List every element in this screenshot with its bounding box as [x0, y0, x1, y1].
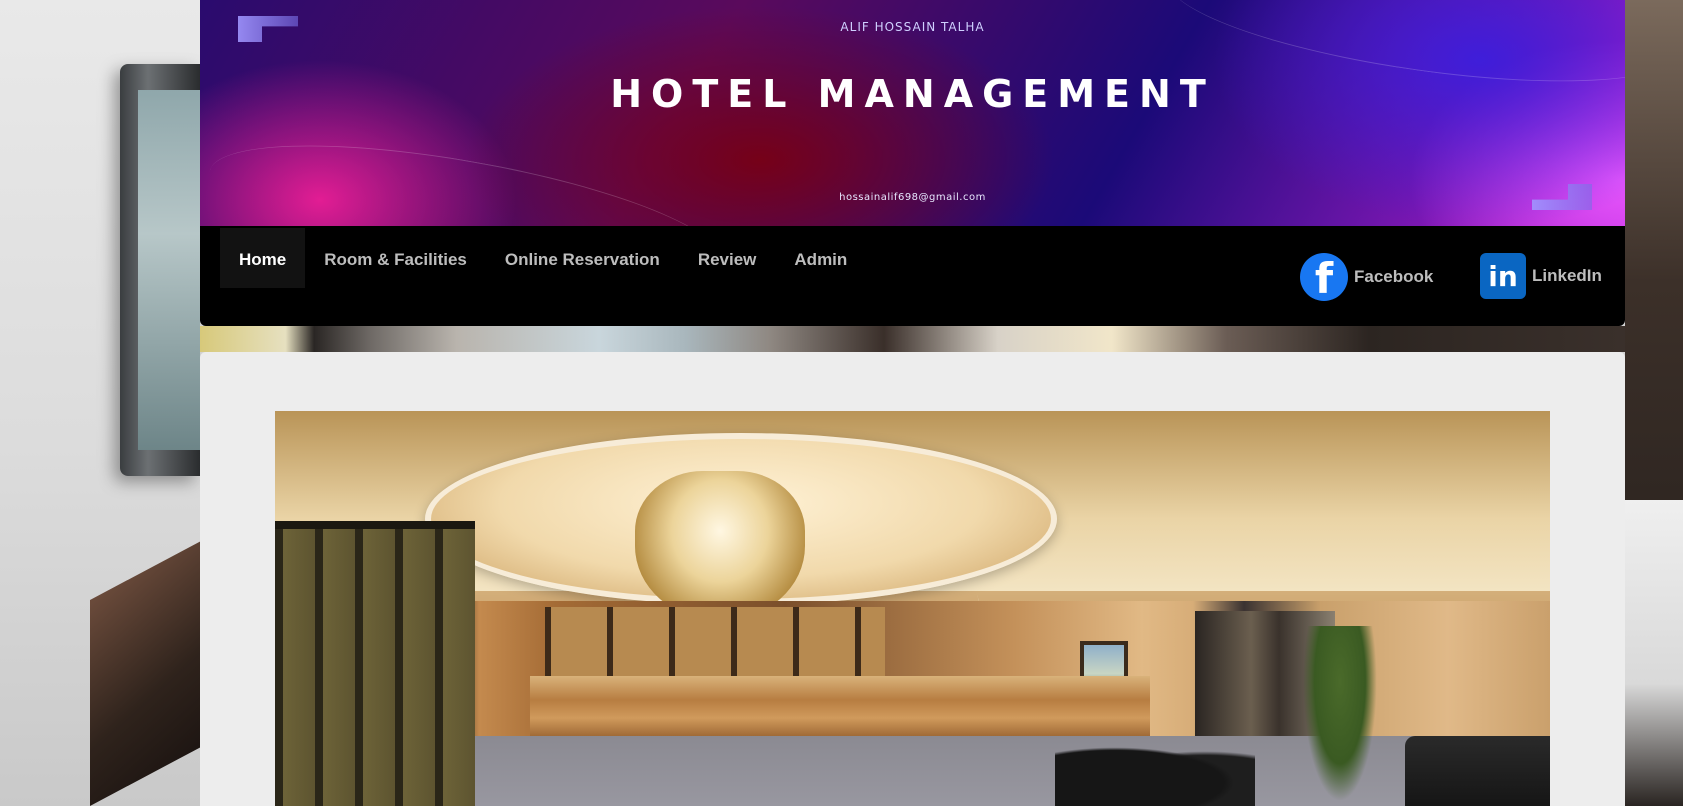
nav-item-review[interactable]: Review — [679, 228, 776, 288]
nav-item-admin[interactable]: Admin — [775, 228, 866, 288]
nav-item-online-reservation[interactable]: Online Reservation — [486, 228, 679, 288]
nav-item-room-facilities[interactable]: Room & Facilities — [305, 228, 486, 288]
background-room-strip — [200, 326, 1625, 352]
banner-wave-decoration — [200, 116, 732, 226]
linkedin-label: LinkedIn — [1532, 266, 1602, 285]
main-navbar: Home Room & Facilities Online Reservatio… — [200, 226, 1625, 326]
nav-links: Home Room & Facilities Online Reservatio… — [220, 228, 866, 288]
background-tv-screen — [138, 90, 200, 450]
hotel-lobby-image — [275, 411, 1550, 806]
chandelier — [635, 471, 805, 621]
reception-desk — [530, 676, 1150, 736]
facebook-link[interactable]: f Facebook — [1300, 253, 1433, 301]
banner-title: HOTEL MANAGEMENT — [610, 72, 1215, 116]
lobby-doors — [275, 521, 475, 806]
facebook-icon: f — [1300, 253, 1348, 301]
linkedin-icon: in — [1480, 253, 1526, 299]
banner-email: hossainalif698@gmail.com — [839, 192, 986, 203]
banner-author: ALIF HOSSAIN TALHA — [840, 20, 985, 34]
facebook-label: Facebook — [1354, 267, 1434, 286]
main-content — [200, 352, 1625, 806]
linkedin-link[interactable]: in LinkedIn — [1480, 253, 1602, 299]
nav-item-home[interactable]: Home — [220, 228, 306, 288]
background-bed — [1625, 500, 1683, 806]
header-banner: ALIF HOSSAIN TALHA HOTEL MANAGEMENT hoss… — [200, 0, 1625, 226]
